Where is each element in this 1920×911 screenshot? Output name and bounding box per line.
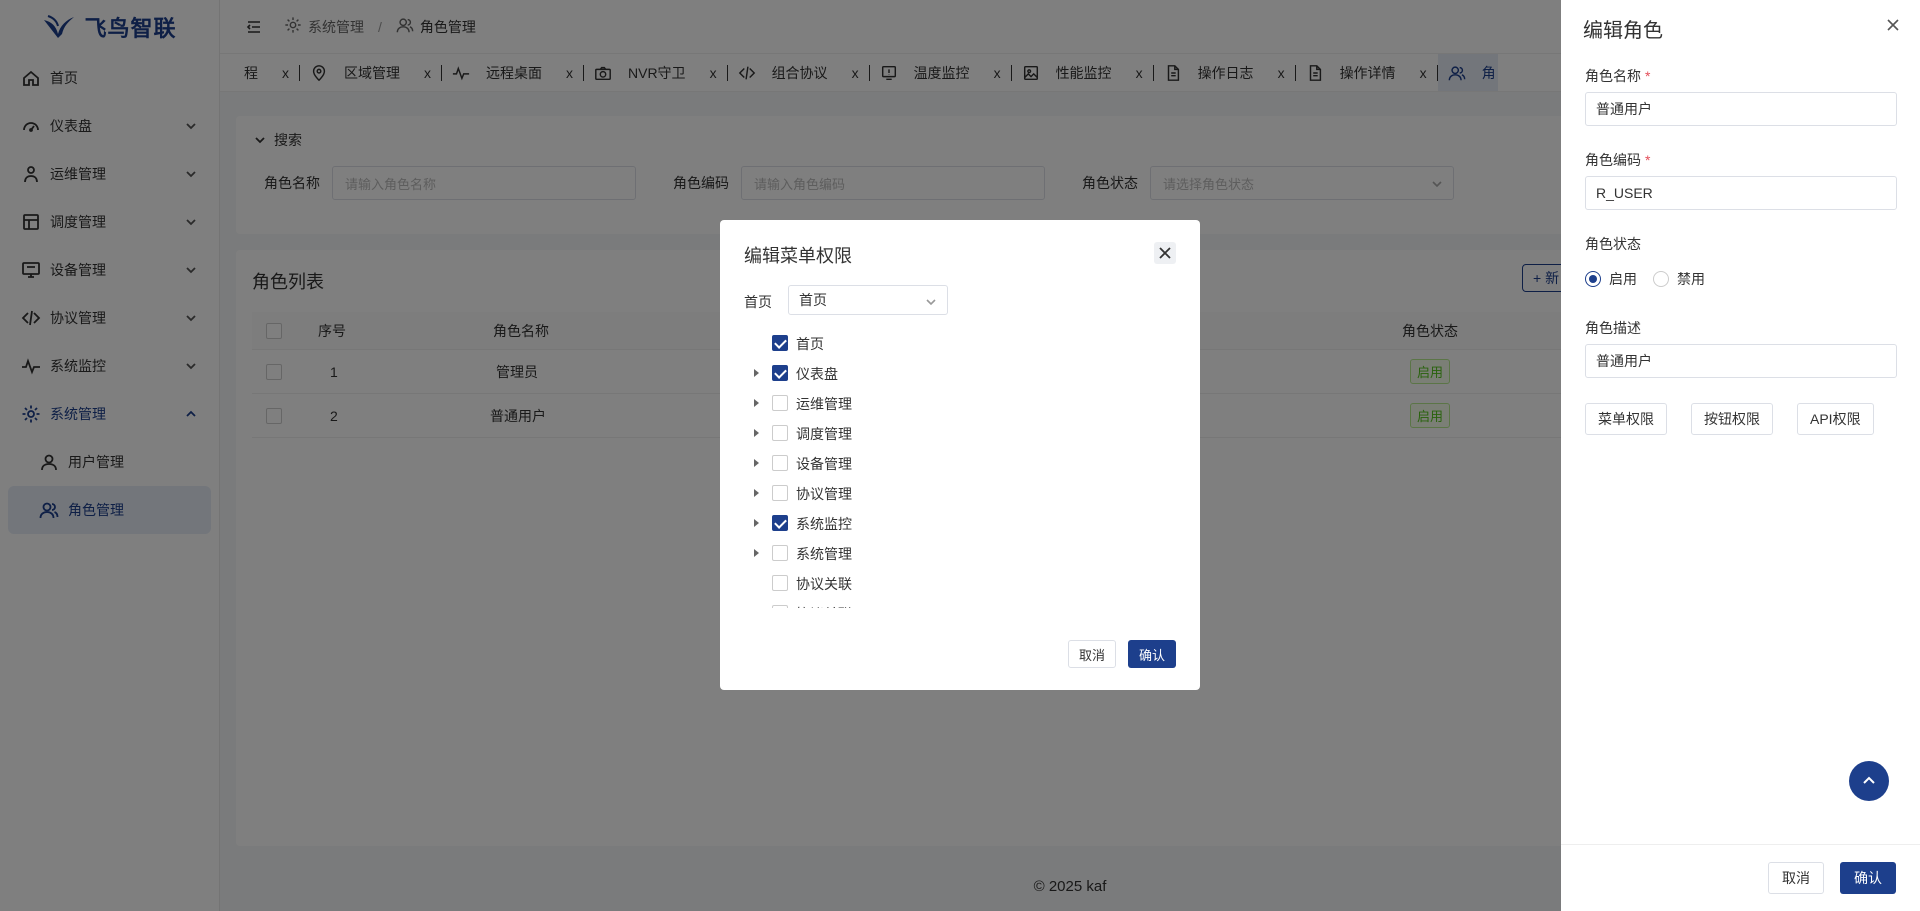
- tree-node[interactable]: 协议关联: [744, 568, 1164, 598]
- role-name-label-text: 角色名称: [1585, 68, 1641, 84]
- tree-node[interactable]: 仪表盘: [744, 358, 1164, 388]
- tree-checkbox[interactable]: [772, 395, 788, 411]
- back-to-top-button[interactable]: [1849, 761, 1889, 801]
- tree-node-label: 首页: [796, 336, 824, 352]
- role-desc-label: 角色描述: [1585, 320, 1641, 336]
- modal-cancel-button[interactable]: 取消: [1068, 640, 1116, 668]
- caret-right-icon[interactable]: [754, 399, 759, 407]
- caret-right-icon[interactable]: [754, 489, 759, 497]
- modal-confirm-button[interactable]: 确认: [1128, 640, 1176, 668]
- api-permission-button[interactable]: API权限: [1797, 403, 1874, 435]
- home-select[interactable]: 首页: [788, 285, 948, 315]
- close-icon[interactable]: [1154, 242, 1176, 264]
- drawer-title: 编辑角色: [1583, 20, 1663, 42]
- status-enabled-radio[interactable]: [1585, 271, 1601, 287]
- role-code-input[interactable]: R_USER: [1585, 176, 1897, 210]
- tree-node[interactable]: 运维管理: [744, 388, 1164, 418]
- role-status-radio-group: 启用 禁用: [1585, 269, 1705, 289]
- drawer-cancel-button[interactable]: 取消: [1768, 862, 1824, 894]
- tree-checkbox[interactable]: [772, 515, 788, 531]
- tree-node-label: 仪表盘: [796, 366, 838, 382]
- required-mark: *: [1645, 152, 1651, 168]
- tree-checkbox[interactable]: [772, 455, 788, 471]
- status-disabled-label[interactable]: 禁用: [1677, 269, 1705, 289]
- drawer-footer: 取消 确认: [1561, 844, 1920, 911]
- tree-checkbox[interactable]: [772, 335, 788, 351]
- tree-node-label: 协议关联: [796, 604, 852, 608]
- role-name-input[interactable]: 普通用户: [1585, 92, 1897, 126]
- role-desc-input[interactable]: 普通用户: [1585, 344, 1897, 378]
- tree-node-label: 设备管理: [796, 456, 852, 472]
- tree-checkbox[interactable]: [772, 575, 788, 591]
- tree-checkbox[interactable]: [772, 365, 788, 381]
- status-disabled-radio[interactable]: [1653, 271, 1669, 287]
- tree-node[interactable]: 协议关联: [744, 598, 1164, 608]
- caret-right-icon[interactable]: [754, 549, 759, 557]
- tree-node[interactable]: 协议管理: [744, 478, 1164, 508]
- tree-checkbox[interactable]: [772, 545, 788, 561]
- tree-node[interactable]: 调度管理: [744, 418, 1164, 448]
- required-mark: *: [1645, 68, 1651, 84]
- role-name-label: 角色名称 *: [1585, 66, 1650, 86]
- tree-node[interactable]: 设备管理: [744, 448, 1164, 478]
- role-code-label-text: 角色编码: [1585, 152, 1641, 168]
- tree-node[interactable]: 首页: [744, 328, 1164, 358]
- close-icon[interactable]: [1886, 18, 1900, 32]
- role-status-label: 角色状态: [1585, 236, 1641, 252]
- caret-right-icon[interactable]: [754, 369, 759, 377]
- permission-buttons: 菜单权限 按钮权限 API权限: [1585, 403, 1874, 435]
- menu-permission-modal: 编辑菜单权限 首页 首页 首页仪表盘运维管理调度管理设备管理协议管理系统监控系统…: [720, 220, 1200, 690]
- tree-node-label: 运维管理: [796, 396, 852, 412]
- home-select-value: 首页: [799, 292, 827, 308]
- tree-node-label: 系统监控: [796, 516, 852, 532]
- permission-tree: 首页仪表盘运维管理调度管理设备管理协议管理系统监控系统管理协议关联协议关联: [744, 328, 1164, 608]
- tree-node-label: 协议关联: [796, 576, 852, 592]
- role-code-label: 角色编码 *: [1585, 150, 1650, 170]
- tree-checkbox[interactable]: [772, 605, 788, 608]
- button-permission-button[interactable]: 按钮权限: [1691, 403, 1773, 435]
- home-select-label: 首页: [744, 294, 772, 310]
- status-enabled-label[interactable]: 启用: [1609, 269, 1637, 289]
- tree-node[interactable]: 系统监控: [744, 508, 1164, 538]
- tree-node-label: 调度管理: [796, 426, 852, 442]
- modal-footer: 取消 确认: [720, 640, 1200, 670]
- tree-checkbox[interactable]: [772, 425, 788, 441]
- tree-node[interactable]: 系统管理: [744, 538, 1164, 568]
- menu-permission-button[interactable]: 菜单权限: [1585, 403, 1667, 435]
- modal-title: 编辑菜单权限: [744, 246, 852, 266]
- drawer-confirm-button[interactable]: 确认: [1840, 862, 1896, 894]
- tree-node-label: 协议管理: [796, 486, 852, 502]
- chevron-up-icon: [1863, 776, 1875, 784]
- caret-right-icon[interactable]: [754, 519, 759, 527]
- caret-right-icon[interactable]: [754, 429, 759, 437]
- caret-right-icon[interactable]: [754, 459, 759, 467]
- chevron-down-icon: [925, 295, 937, 311]
- tree-checkbox[interactable]: [772, 485, 788, 501]
- tree-node-label: 系统管理: [796, 546, 852, 562]
